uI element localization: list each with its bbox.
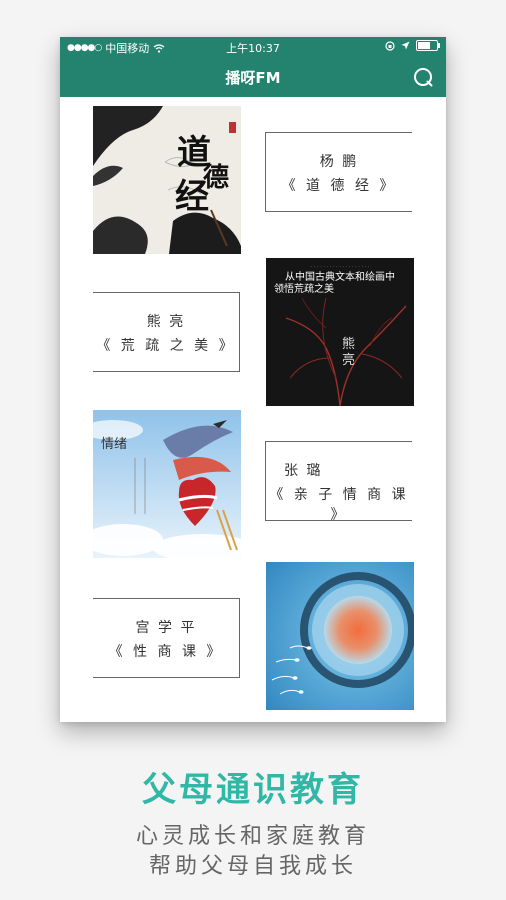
course-cover-huangshu[interactable]: · · · · · · · · · · · · · · · · · · · 从中… — [266, 258, 414, 406]
location-icon — [401, 41, 410, 50]
orientation-lock-icon — [385, 40, 395, 51]
course-title: 《 亲 子 情 商 课 》 — [269, 487, 409, 523]
battery-icon — [416, 40, 440, 51]
course-card-3[interactable]: 张 璐 《 亲 子 情 商 课 》 — [265, 441, 412, 523]
course-title: 《 道 德 经 》 — [281, 178, 397, 194]
cover-title: 情绪 — [101, 437, 127, 452]
course-title: 《 荒 疏 之 美 》 — [96, 338, 236, 354]
cover-author-char-2: 亮 — [342, 352, 355, 368]
course-cover-xingshang[interactable] — [266, 562, 414, 710]
course-card-4[interactable]: 宫 学 平 《 性 商 课 》 — [93, 598, 240, 678]
phone-screen: ●●●●○ 中国移动 上午10:37 播呀FM 道 德 经 杨 鹏 《 道 德 … — [60, 37, 446, 722]
seal-stamp — [229, 122, 236, 133]
promo-line-1: 心灵成长和家庭教育 — [135, 824, 370, 849]
course-card-2[interactable]: 熊 亮 《 荒 疏 之 美 》 — [93, 292, 240, 372]
cover-author-char-1: 熊 — [342, 336, 355, 352]
course-cover-daodejing[interactable]: 道 德 经 — [93, 106, 241, 254]
cover-small-text: · · · · · · · · · · · · · · · · · · · — [311, 264, 370, 270]
course-cover-qingxu[interactable]: 情绪 — [93, 410, 241, 558]
app-title: 播呀FM — [225, 69, 281, 87]
cover-title-line-1: 从中国古典文本和绘画中 — [285, 270, 395, 283]
teacher-name: 宫 学 平 — [135, 620, 197, 636]
teacher-name: 张 璐 — [284, 463, 323, 479]
promo-headline: 父母通识教育 — [142, 770, 364, 810]
search-icon[interactable] — [412, 66, 434, 88]
status-bar: ●●●●○ 中国移动 上午10:37 — [60, 37, 446, 57]
teacher-name: 熊 亮 — [146, 314, 186, 330]
teacher-name: 杨 鹏 — [319, 154, 359, 170]
cover-title-char-3: 经 — [175, 177, 209, 217]
course-card-1[interactable]: 杨 鹏 《 道 德 经 》 — [265, 132, 412, 212]
promo-line-2: 帮助父母自我成长 — [148, 854, 357, 879]
course-title: 《 性 商 课 》 — [108, 644, 224, 660]
app-header: 播呀FM — [60, 57, 446, 97]
cover-title-line-2: 领悟荒疏之美 — [274, 282, 334, 295]
